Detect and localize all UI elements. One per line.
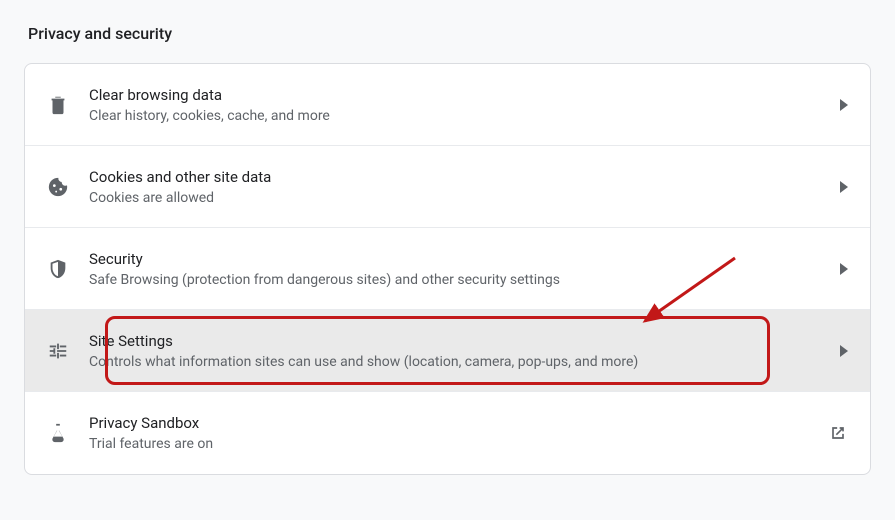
row-clear-browsing-data[interactable]: Clear browsing data Clear history, cooki… xyxy=(25,64,870,146)
sliders-icon xyxy=(47,340,89,362)
cookie-icon xyxy=(47,176,89,198)
chevron-right-icon xyxy=(818,263,848,275)
row-title: Clear browsing data xyxy=(89,86,818,104)
row-site-settings[interactable]: Site Settings Controls what information … xyxy=(25,310,870,392)
row-subtitle: Cookies are allowed xyxy=(89,190,818,206)
trash-icon xyxy=(47,94,89,116)
row-subtitle: Controls what information sites can use … xyxy=(89,354,818,370)
section-title: Privacy and security xyxy=(28,24,871,43)
row-cookies[interactable]: Cookies and other site data Cookies are … xyxy=(25,146,870,228)
row-title: Cookies and other site data xyxy=(89,168,818,186)
chevron-right-icon xyxy=(818,345,848,357)
external-link-icon xyxy=(818,423,848,443)
row-title: Privacy Sandbox xyxy=(89,414,818,432)
row-subtitle: Trial features are on xyxy=(89,436,818,452)
row-subtitle: Clear history, cookies, cache, and more xyxy=(89,108,818,124)
flask-icon xyxy=(47,422,89,444)
row-security[interactable]: Security Safe Browsing (protection from … xyxy=(25,228,870,310)
row-title: Security xyxy=(89,250,818,268)
row-title: Site Settings xyxy=(89,332,818,350)
shield-icon xyxy=(47,258,89,280)
privacy-security-card: Clear browsing data Clear history, cooki… xyxy=(24,63,871,475)
row-subtitle: Safe Browsing (protection from dangerous… xyxy=(89,272,818,288)
chevron-right-icon xyxy=(818,99,848,111)
row-privacy-sandbox[interactable]: Privacy Sandbox Trial features are on xyxy=(25,392,870,474)
chevron-right-icon xyxy=(818,181,848,193)
